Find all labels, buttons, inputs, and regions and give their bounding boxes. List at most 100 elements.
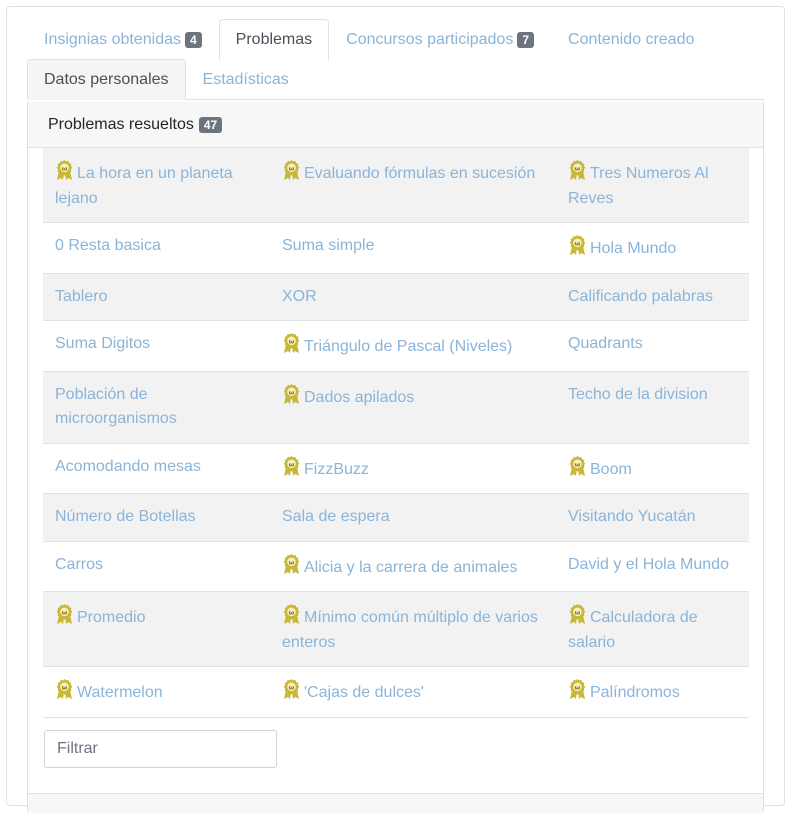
problem-link[interactable]: Acomodando mesas xyxy=(55,458,201,475)
table-cell: ω 'Cajas de dulces' xyxy=(270,666,556,718)
problem-title: La hora en un planeta lejano xyxy=(55,165,233,207)
problem-title: Dados apilados xyxy=(304,388,415,406)
filter-input[interactable] xyxy=(44,730,277,768)
table-cell: David y el Hola Mundo xyxy=(556,541,749,592)
medal-ribbon-icon: ω xyxy=(569,235,586,255)
problem-link[interactable]: ω Promedio xyxy=(55,604,146,626)
problem-link[interactable]: ω Calculadora de salario xyxy=(568,604,698,651)
medal-ribbon-icon: ω xyxy=(569,455,586,476)
medal-ribbon-icon: ω xyxy=(56,679,73,699)
problem-link[interactable]: David y el Hola Mundo xyxy=(568,556,729,573)
problem-link[interactable]: ω FizzBuzz xyxy=(282,455,369,478)
problem-title: Quadrants xyxy=(568,335,643,352)
problem-title: Palíndromos xyxy=(590,684,680,701)
tab-label: Insignias obtenidas xyxy=(44,30,181,48)
problem-link[interactable]: ω Evaluando fórmulas en sucesión xyxy=(282,160,536,182)
tab-contests[interactable]: Concursos participados 7 xyxy=(329,19,551,60)
problem-link[interactable]: ω Watermelon xyxy=(55,679,163,701)
problem-link[interactable]: Quadrants xyxy=(568,335,643,352)
problem-link[interactable]: Población de microorganismos xyxy=(55,386,177,428)
tab-badges[interactable]: Insignias obtenidas 4 xyxy=(27,19,219,60)
table-cell: Población de microorganismos xyxy=(43,371,270,444)
problem-link[interactable]: Techo de la division xyxy=(568,386,708,403)
medal-ribbon-icon: ω xyxy=(569,160,586,180)
table-cell: Carros xyxy=(43,541,270,592)
problem-link[interactable]: Sala de espera xyxy=(282,508,390,525)
svg-text:ω: ω xyxy=(289,460,295,468)
problem-link[interactable]: ω Tres Numeros Al Reves xyxy=(568,160,709,207)
tab-personal-data[interactable]: Datos personales xyxy=(27,59,186,100)
problem-link[interactable]: Calificando palabras xyxy=(568,288,713,305)
problem-link[interactable]: Carros xyxy=(55,556,103,573)
problem-link[interactable]: ω Dados apilados xyxy=(282,383,415,406)
table-row: Número de Botellas Sala de espera Visitand… xyxy=(43,493,749,542)
problem-title: Carros xyxy=(55,555,104,573)
svg-text:ω: ω xyxy=(289,608,295,616)
problem-title: Boom xyxy=(590,460,632,478)
table-cell: Techo de la division xyxy=(556,371,749,444)
problem-title: Población de microorganismos xyxy=(55,385,177,428)
table-row: Acomodando mesas ω FizzBuzz ω Boom xyxy=(43,443,749,494)
problem-link[interactable]: XOR xyxy=(282,288,317,305)
table-cell: Número de Botellas xyxy=(43,493,270,542)
svg-text:ω: ω xyxy=(289,558,295,566)
tab-problems[interactable]: Problemas xyxy=(218,19,330,60)
table-cell: ω Calculadora de salario xyxy=(556,591,749,667)
problem-title: Triángulo de Pascal (Niveles) xyxy=(304,338,513,355)
table-cell: ω Dados apilados xyxy=(270,371,556,444)
problem-link[interactable]: Suma simple xyxy=(282,237,374,254)
problem-link[interactable]: ω Palíndromos xyxy=(568,679,680,701)
solved-count-badge: 47 xyxy=(198,116,223,133)
tab-label: Datos personales xyxy=(44,70,169,88)
problem-title: Evaluando fórmulas en sucesión xyxy=(304,165,536,182)
problem-title: 'Cajas de dulces' xyxy=(304,684,424,701)
problem-title: Acomodando mesas xyxy=(55,457,201,475)
svg-text:ω: ω xyxy=(289,337,295,345)
problem-title: David y el Hola Mundo xyxy=(568,555,729,573)
problem-title: Hola Mundo xyxy=(590,240,677,257)
medal-ribbon-icon: ω xyxy=(56,604,73,624)
problem-title: Promedio xyxy=(77,609,146,626)
panel-heading: Problemas resueltos 47 xyxy=(28,102,763,148)
table-cell: ω Triángulo de Pascal (Niveles) xyxy=(270,320,556,372)
problem-title: Mínimo común múltiplo de varios enteros xyxy=(282,609,538,651)
problem-title: 0 Resta basica xyxy=(55,237,161,254)
problem-link[interactable]: ω Boom xyxy=(568,455,632,478)
table-cell: XOR xyxy=(270,273,556,321)
problem-title: Suma simple xyxy=(282,237,375,254)
problem-link[interactable]: ω La hora en un planeta lejano xyxy=(55,160,233,207)
badge-count: 4 xyxy=(184,31,202,48)
table-cell: ω FizzBuzz xyxy=(270,443,556,494)
problem-link[interactable]: ω Hola Mundo xyxy=(568,235,677,257)
tab-statistics[interactable]: Estadísticas xyxy=(186,59,306,100)
problem-title: Alicia y la carrera de animales xyxy=(304,558,518,576)
problem-link[interactable]: ω Mínimo común múltiplo de varios enteros xyxy=(282,604,538,651)
problem-link[interactable]: ω Alicia y la carrera de animales xyxy=(282,553,518,576)
tab-created-content[interactable]: Contenido creado xyxy=(551,19,711,60)
table-cell: ω Mínimo común múltiplo de varios enteros xyxy=(270,591,556,667)
table-cell: ω Palíndromos xyxy=(556,666,749,718)
medal-ribbon-icon: ω xyxy=(283,604,300,624)
problem-title: Watermelon xyxy=(77,684,163,701)
table-cell: ω Watermelon xyxy=(43,666,270,718)
table-cell: 0 Resta basica xyxy=(43,222,270,274)
problem-link[interactable]: Visitando Yucatán xyxy=(568,508,696,525)
svg-text:ω: ω xyxy=(575,460,581,468)
problem-link[interactable]: 0 Resta basica xyxy=(55,237,161,254)
table-cell: ω Hola Mundo xyxy=(556,222,749,274)
table-row: Tablero XOR Calificando palabras xyxy=(43,273,749,321)
problem-title: FizzBuzz xyxy=(304,460,369,478)
problem-link[interactable]: Tablero xyxy=(55,288,107,305)
svg-text:ω: ω xyxy=(289,164,295,172)
problems-table: ω La hora en un planeta lejano ω Evaluando … xyxy=(43,148,749,718)
table-row: ω La hora en un planeta lejano ω Evaluando … xyxy=(43,148,749,223)
problem-link[interactable]: Número de Botellas xyxy=(55,508,196,525)
svg-text:ω: ω xyxy=(62,608,68,616)
problem-link[interactable]: ω 'Cajas de dulces' xyxy=(282,679,424,701)
problem-link[interactable]: Suma Digitos xyxy=(55,335,150,352)
problem-link[interactable]: ω Triángulo de Pascal (Niveles) xyxy=(282,333,513,355)
table-row: ω Promedio ω Mínimo común múltiplo de vario… xyxy=(43,591,749,667)
solved-problems-panel: Problemas resueltos 47 ω La hora en un pl… xyxy=(27,102,764,813)
problem-title: Calculadora de salario xyxy=(568,609,698,651)
table-cell: ω La hora en un planeta lejano xyxy=(43,148,270,223)
